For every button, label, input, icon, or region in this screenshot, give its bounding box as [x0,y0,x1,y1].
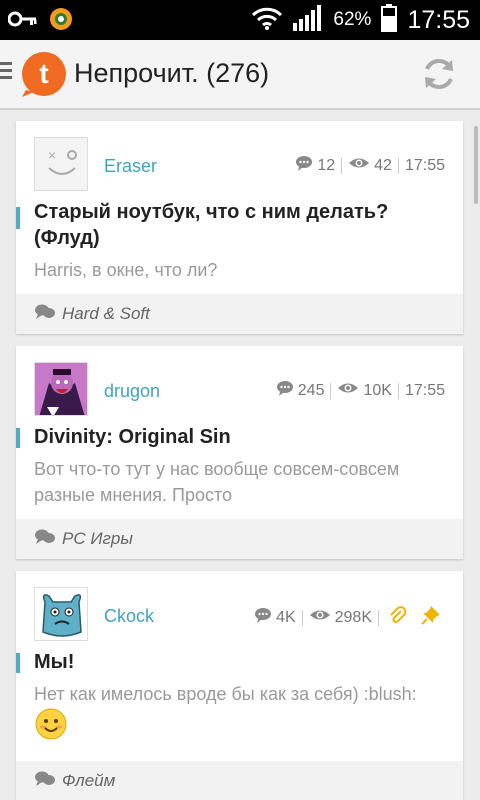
topic-card[interactable]: Ckock 4K 298K Мы! Нет как имелось вроде … [16,571,463,800]
battery-percent: 62% [333,9,372,30]
app-notification-icon [48,6,74,37]
author-name[interactable]: Eraser [104,156,157,177]
unread-marker [16,428,20,448]
comments-icon [276,380,294,401]
avatar[interactable] [34,587,88,641]
app-logo[interactable]: t [20,50,68,98]
topic-title[interactable]: Мы! [34,649,463,675]
forum-name: Hard & Soft [62,304,150,323]
page-title: Непрочит. (276) [74,58,270,88]
topic-meta: 12 42 17:55 [295,155,445,176]
menu-icon[interactable] [0,62,12,83]
views-icon [309,608,331,627]
topic-list: × Eraser 12 42 17:55 Старый ноутбук, что… [16,121,463,800]
author-name[interactable]: Ckock [104,606,154,627]
pin-icon [421,605,441,630]
topic-meta: 245 10K 17:55 [276,380,445,401]
wifi-icon [251,6,283,35]
topic-title[interactable]: Старый ноутбук, что с ним делать? (Флуд) [34,199,463,251]
scrollbar[interactable] [474,126,478,204]
views-icon [348,156,370,175]
key-icon [7,11,38,32]
battery-icon [381,3,398,37]
forum-name: Флейм [62,771,116,790]
comment-count: 4K [276,608,296,626]
clock: 17:55 [407,5,470,34]
forum-icon [34,304,56,325]
signal-icon [293,4,323,36]
action-bar: t Непрочит. (276) [0,40,480,110]
view-count: 298K [334,608,372,626]
post-time: 17:55 [404,381,445,399]
post-time: 17:55 [404,156,445,174]
comments-icon [295,155,313,176]
avatar[interactable] [34,362,88,416]
smiley-icon [34,707,68,748]
topic-preview: Нет как имелось вроде бы как за себя) :b… [34,681,463,748]
refresh-icon[interactable] [420,55,458,93]
forum-footer[interactable]: Hard & Soft [16,294,463,334]
forum-name: PC Игры [62,529,133,548]
view-count: 42 [374,156,392,174]
forum-footer[interactable]: Флейм [16,761,463,800]
forum-icon [34,771,56,792]
topic-title[interactable]: Divinity: Original Sin [34,424,463,450]
status-bar: 62% 17:55 [0,0,480,40]
preview-text: Нет как имелось вроде бы как за себя) :b… [34,684,417,704]
comments-icon [254,607,272,628]
topic-card[interactable]: drugon 245 10K 17:55 Divinity: Original … [16,346,463,559]
topic-preview: Harris, в окне, что ли? [34,260,218,280]
svg-text:t: t [39,58,48,89]
view-count: 10K [363,381,392,399]
topic-card[interactable]: × Eraser 12 42 17:55 Старый ноутбук, что… [16,121,463,334]
topic-meta: 4K 298K [254,605,445,630]
attachment-icon [387,605,407,630]
comment-count: 12 [317,156,336,174]
forum-footer[interactable]: PC Игры [16,519,463,559]
unread-marker [16,653,20,673]
author-name[interactable]: drugon [104,381,160,402]
comment-count: 245 [297,381,325,399]
forum-icon [34,529,56,550]
svg-text:×: × [48,147,56,163]
views-icon [337,381,359,400]
avatar[interactable]: × [34,137,88,191]
unread-marker [16,207,20,229]
topic-preview: Вот что-то тут у нас вообще совсем-совсе… [34,459,400,505]
